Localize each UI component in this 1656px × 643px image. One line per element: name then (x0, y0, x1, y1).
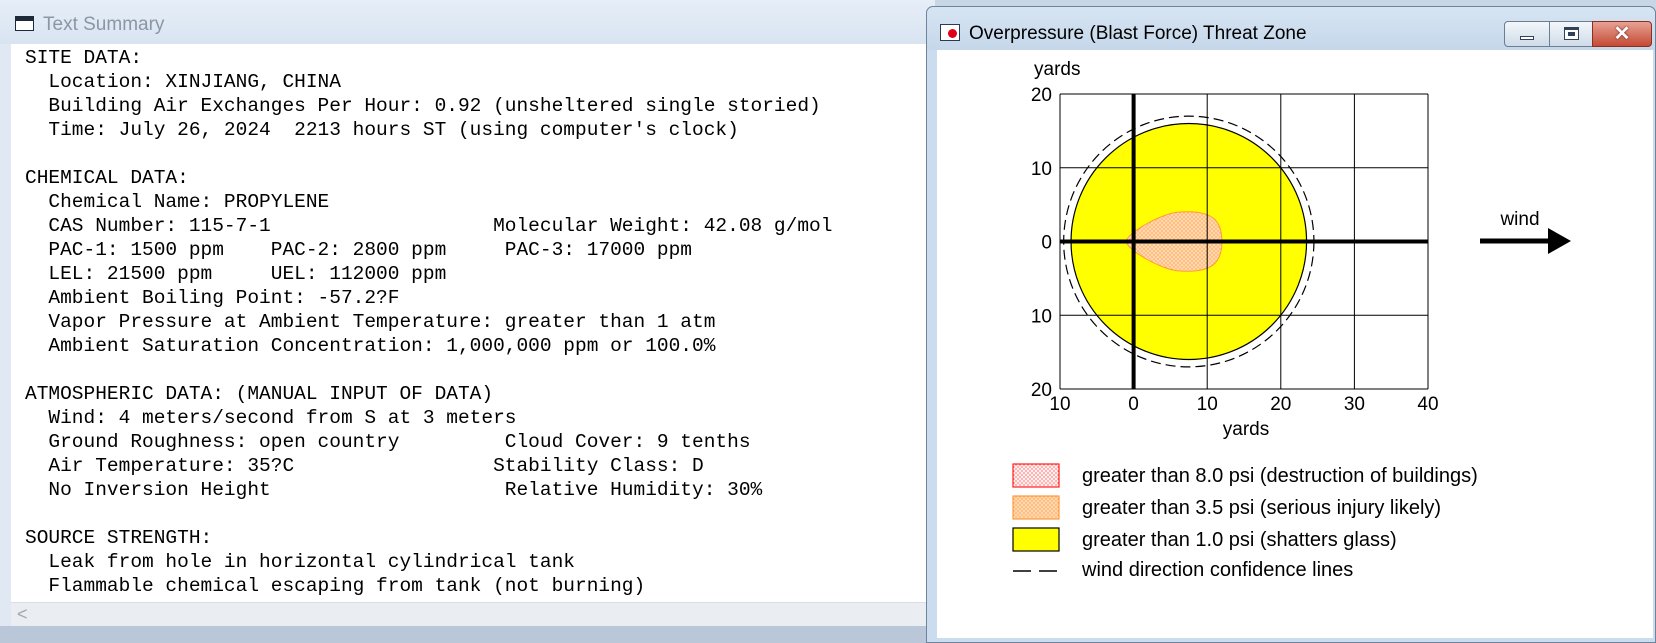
x-axis-label: yards (1223, 419, 1269, 440)
summary-line: Ambient Saturation Concentration: 1,000,… (25, 335, 716, 357)
threat-zone-chart: 10 0 10 20 30 40201001020yardsyards wind grea… (1012, 59, 1571, 581)
x-tick-label: 10 (1197, 394, 1218, 415)
threat-zone-window[interactable]: Overpressure (Blast Force) Threat Zone ✕ (926, 6, 1656, 643)
summary-line: CAS Number: 115-7-1 Molecular Weight: 42… (25, 215, 833, 237)
legend-label: greater than 1.0 psi (shatters glass) (1082, 529, 1397, 551)
legend-label: greater than 3.5 psi (serious injury lik… (1082, 497, 1441, 519)
summary-line: Building Air Exchanges Per Hour: 0.92 (u… (25, 95, 821, 117)
threat-zone-title: Overpressure (Blast Force) Threat Zone (969, 23, 1307, 44)
text-summary-content[interactable]: SITE DATA: Location: XINJIANG, CHINA Bui… (11, 44, 935, 602)
y-tick-label: 20 (1031, 380, 1052, 401)
summary-line: No Inversion Height Relative Humidity: 3… (25, 479, 763, 501)
scroll-left-arrow-icon[interactable]: < (17, 604, 28, 625)
legend-swatch-1psi (1012, 527, 1060, 552)
y-tick-label: 0 (1041, 233, 1052, 254)
summary-line: Ground Roughness: open country Cloud Cov… (25, 431, 751, 453)
legend-label: wind direction confidence lines (1081, 559, 1353, 581)
text-summary-titlebar[interactable]: Text Summary (0, 0, 935, 44)
summary-line: ATMOSPHERIC DATA: (MANUAL INPUT OF DATA) (25, 383, 494, 405)
x-tick-label: 30 (1344, 394, 1365, 415)
summary-line: Leak from hole in horizontal cylindrical… (25, 551, 575, 573)
summary-line: SITE DATA: (25, 47, 143, 69)
minimize-icon (1520, 36, 1534, 40)
legend-swatch-8psi (1012, 463, 1060, 488)
threat-zone-titlebar[interactable]: Overpressure (Blast Force) Threat Zone ✕ (927, 7, 1655, 50)
text-summary-title: Text Summary (43, 14, 165, 35)
legend-swatch-3-5psi (1012, 495, 1060, 520)
legend-label: greater than 8.0 psi (destruction of bui… (1082, 465, 1478, 487)
y-tick-label: 10 (1031, 306, 1052, 327)
wind-arrow-icon (1548, 228, 1571, 254)
maximize-icon (1564, 27, 1579, 40)
summary-line: Location: XINJIANG, CHINA (25, 71, 341, 93)
y-tick-label: 20 (1031, 85, 1052, 106)
summary-line: CHEMICAL DATA: (25, 167, 189, 189)
summary-line: Time: July 26, 2024 2213 hours ST (using… (25, 119, 739, 141)
horizontal-scrollbar[interactable]: < (11, 602, 935, 626)
summary-text: SITE DATA: Location: XINJIANG, CHINA Bui… (25, 46, 832, 598)
close-button[interactable]: ✕ (1592, 21, 1652, 47)
summary-line: Air Temperature: 35?C Stability Class: D (25, 455, 704, 477)
summary-line: SOURCE STRENGTH: (25, 527, 213, 549)
y-axis-label: yards (1034, 59, 1080, 80)
x-tick-label: 40 (1417, 394, 1438, 415)
x-tick-label: 20 (1270, 394, 1291, 415)
summary-line: Flammable chemical escaping from tank (n… (25, 575, 646, 597)
x-tick-label: 0 (1128, 394, 1139, 415)
minimize-button[interactable] (1504, 21, 1550, 47)
summary-line: Wind: 4 meters/second from S at 3 meters (25, 407, 517, 429)
window-bottom-border (0, 626, 935, 643)
y-tick-label: 10 (1031, 159, 1052, 180)
threat-zone-plot-area: 10 0 10 20 30 40 20 10 0 10 20 yards yards wind grea… (937, 50, 1653, 638)
summary-line: PAC-1: 1500 ppm PAC-2: 2800 ppm PAC-3: 1… (25, 239, 693, 261)
threat-zone-app-icon (940, 24, 960, 41)
summary-line: Vapor Pressure at Ambient Temperature: g… (25, 311, 716, 333)
text-summary-window[interactable]: Text Summary SITE DATA: Location: XINJIA… (0, 0, 935, 643)
summary-line: Ambient Boiling Point: -57.2?F (25, 287, 400, 309)
close-icon: ✕ (1613, 23, 1631, 45)
window-icon (15, 16, 34, 31)
summary-line: LEL: 21500 ppm UEL: 112000 ppm (25, 263, 447, 285)
x-tick-label: 10 (1049, 394, 1070, 415)
maximize-button[interactable] (1549, 21, 1593, 47)
wind-label: wind (1499, 209, 1539, 230)
summary-line: Chemical Name: PROPYLENE (25, 191, 330, 213)
